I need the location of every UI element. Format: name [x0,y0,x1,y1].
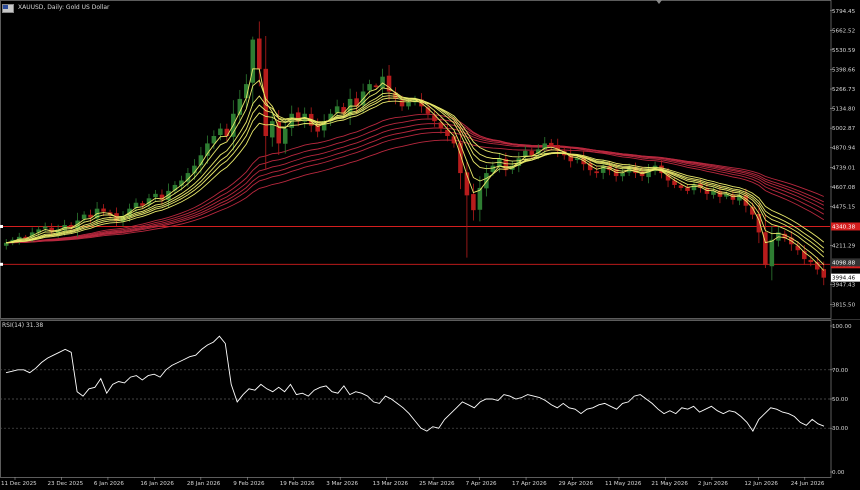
candle-body [42,226,48,229]
candle-body [490,165,496,172]
candle-body [484,173,489,189]
time-tick-label: 21 May 2026 [651,481,688,487]
rsi-indicator-label: RSI(14) 31.38 [2,322,44,329]
time-tick-label: 3 Mar 2026 [326,481,358,487]
rsi-line [5,335,825,432]
rsi-tick-label: 30.00 [832,426,848,432]
time-tick-label: 13 Mar 2026 [373,481,409,487]
candle-body [269,121,275,138]
time-tick-label: 28 Jan 2026 [187,481,221,487]
candle-body [153,193,158,198]
candle-body [769,239,775,267]
candle-body [704,188,710,194]
time-tick-label: 24 Jun 2026 [791,481,825,487]
candle-body [218,128,223,136]
fast-moving-average-line [6,79,825,266]
chart-shift-marker-icon[interactable] [656,0,662,4]
price-chart-canvas[interactable]: 5794.45 5662.52 5530.59 5398.66 5266.73 5134.… [0,0,860,490]
price-label-text: 4098.88 [832,260,856,266]
candle-body [548,142,554,147]
candle-body [808,259,814,263]
price-tick-label: 3815.50 [832,302,856,308]
candle-body [81,214,87,220]
price-tick-label: 5794.45 [832,9,856,15]
time-tick-label: 6 Jan 2026 [94,481,124,487]
time-tick-label: 11 Dec 2025 [1,481,37,487]
candle-body [257,38,262,70]
price-label-text: 4340.38 [832,224,856,230]
price-tick-label: 5662.52 [832,28,855,34]
price-tick-label: 5002.87 [832,126,856,132]
chart-title: XAUUSD, Daily: Gold US Dollar [18,4,110,11]
line-anchor-handle [0,224,3,228]
price-tick-label: 5530.59 [832,48,856,54]
candle-body [406,101,411,107]
candle-body [3,242,9,246]
fast-moving-average-line [6,92,825,258]
candle-body [101,208,106,212]
price-tick-label: 4607.08 [832,185,856,191]
time-tick-label: 23 Dec 2025 [47,481,83,487]
candle-body [678,185,684,188]
time-tick-label: 17 Apr 2026 [512,481,547,487]
price-tick-label: 4211.29 [832,244,856,250]
time-tick-label: 29 Apr 2026 [559,481,594,487]
time-tick-label: 11 May 2026 [605,481,642,487]
rsi-tick-label: 50.00 [832,397,848,403]
time-tick-label: 2 Jun 2026 [698,481,729,487]
rsi-tick-label: 70.00 [832,368,848,374]
candle-body [354,98,359,107]
price-tick-label: 4475.15 [832,204,856,210]
chart-header: XAUUSD, Daily: Gold US Dollar [2,2,110,14]
candle-body [685,187,690,191]
candle-body [471,194,476,211]
candle-body [373,85,379,88]
price-tick-label: 5134.80 [832,107,856,113]
price-tick-label: 5266.73 [832,87,856,93]
candle-body [367,84,372,91]
time-tick-label: 7 Apr 2026 [466,481,497,487]
time-tick-label: 12 Jun 2026 [744,481,778,487]
main-pane-frame [0,0,832,319]
line-anchor-handle [0,262,3,266]
candle-body [224,128,230,137]
fast-moving-average-line [6,97,825,249]
price-tick-label: 4870.94 [832,146,856,152]
candle-body [691,184,697,191]
fast-moving-average-line [6,100,825,244]
time-tick-label: 25 Mar 2026 [419,481,455,487]
candle-body [594,171,599,174]
time-tick-label: 9 Feb 2026 [233,481,265,487]
candle-body [529,151,535,156]
time-tick-label: 16 Jan 2026 [140,481,174,487]
candle-body [282,128,288,144]
price-tick-label: 4739.01 [832,165,856,171]
candle-body [600,165,606,173]
rsi-tick-label: 100.00 [832,324,852,330]
candle-body [620,173,625,177]
price-tick-label: 3947.43 [832,283,856,289]
candle-body [795,245,801,251]
us-flag-icon [2,3,14,13]
candle-body [334,106,340,113]
price-label-text: 3994.46 [832,276,856,282]
candle-body [458,142,463,174]
time-tick-label: 19 Feb 2026 [280,481,315,487]
price-tick-label: 5398.66 [832,67,856,73]
rsi-tick-label: 0.00 [832,470,845,476]
